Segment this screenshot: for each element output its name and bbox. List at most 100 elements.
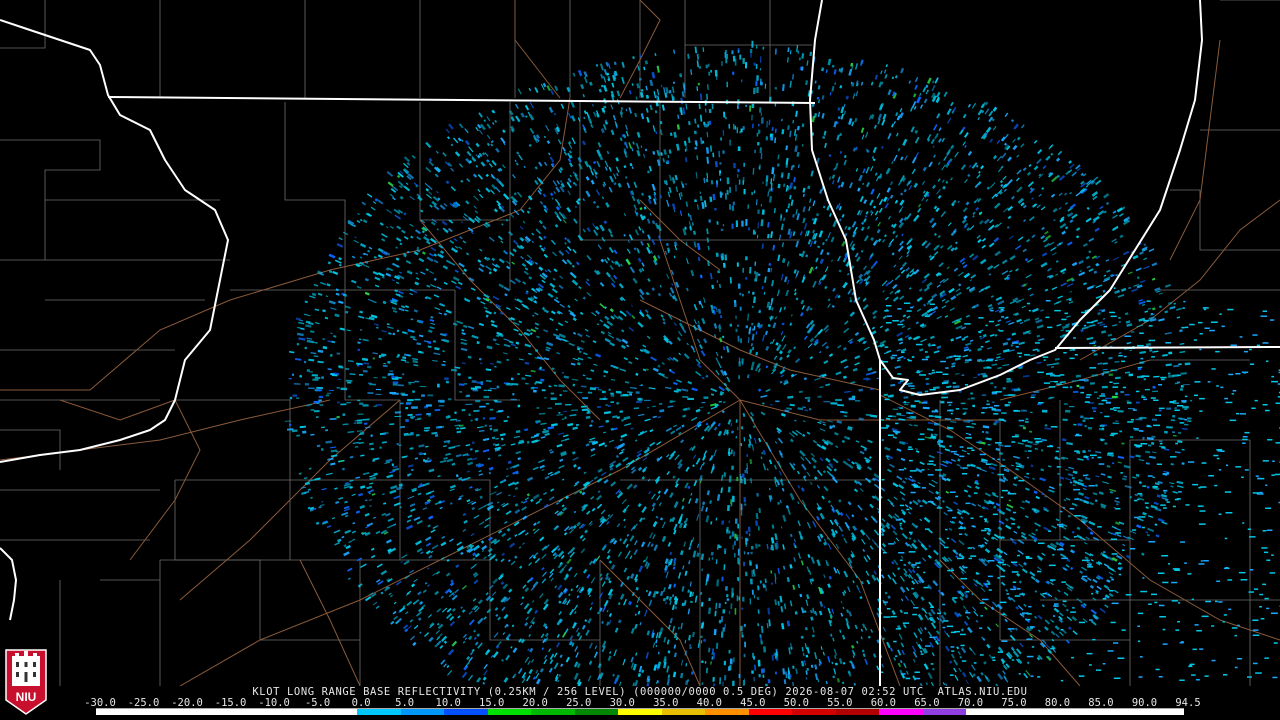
echo-pixel xyxy=(751,322,754,326)
echo-pixel xyxy=(743,623,746,627)
echo-pixel xyxy=(719,162,722,165)
echo-pixel xyxy=(721,520,725,525)
echo-pixel xyxy=(1048,397,1052,400)
echo-pixel xyxy=(1003,394,1009,396)
echo-pixel xyxy=(724,116,727,120)
echo-pixel xyxy=(730,603,733,610)
echo-pixel xyxy=(710,551,714,556)
echo-pixel xyxy=(438,405,445,407)
echo-pixel xyxy=(493,399,498,402)
echo-pixel xyxy=(512,392,515,396)
echo-pixel xyxy=(538,381,542,384)
echo-pixel xyxy=(738,179,741,185)
echo-pixel xyxy=(729,139,732,146)
echo-pixel xyxy=(703,638,707,642)
echo-pixel xyxy=(1022,426,1026,430)
echo-pixel xyxy=(434,434,439,438)
echo-pixel xyxy=(1119,430,1123,433)
echo-pixel xyxy=(340,403,347,406)
echo-pixel xyxy=(473,409,480,412)
echo-pixel xyxy=(735,328,738,333)
echo-pixel xyxy=(629,393,633,396)
echo-pixel xyxy=(1063,403,1068,405)
echo-pixel xyxy=(525,382,529,385)
echo-pixel xyxy=(421,394,425,397)
echo-pixel xyxy=(754,149,757,154)
echo-pixel xyxy=(986,400,989,402)
echo-pixel xyxy=(1040,449,1044,452)
echo-pixel xyxy=(728,610,731,615)
echo-pixel xyxy=(565,404,572,406)
echo-pixel xyxy=(1021,409,1027,412)
echo-pixel xyxy=(767,679,771,684)
echo-pixel xyxy=(506,382,511,385)
echo-pixel xyxy=(758,310,761,314)
echo-pixel xyxy=(774,671,777,675)
echo-pixel xyxy=(738,673,741,679)
echo-pixel xyxy=(454,411,457,414)
echo-pixel xyxy=(1144,388,1150,391)
echo-pixel xyxy=(1167,374,1175,378)
echo-pixel xyxy=(722,262,726,268)
echo-pixel xyxy=(1184,408,1188,410)
echo-pixel xyxy=(1101,385,1108,389)
echo-pixel xyxy=(1082,419,1086,423)
echo-pixel xyxy=(1178,417,1183,420)
echo-pixel xyxy=(715,642,719,649)
echo-pixel xyxy=(367,365,372,369)
echo-pixel xyxy=(553,384,558,387)
echo-pixel xyxy=(903,396,909,399)
echo-pixel xyxy=(731,465,735,470)
echo-pixel xyxy=(722,627,726,632)
echo-pixel xyxy=(367,392,374,394)
echo-pixel xyxy=(768,263,772,266)
echo-pixel xyxy=(312,378,319,381)
echo-pixel xyxy=(470,387,478,390)
echo-pixel xyxy=(1098,403,1104,405)
echo-pixel xyxy=(1024,420,1029,424)
echo-pixel xyxy=(309,370,313,373)
echo-pixel xyxy=(740,338,742,344)
echo-pixel xyxy=(1013,389,1021,392)
echo-pixel xyxy=(728,530,731,534)
echo-pixel xyxy=(710,69,712,73)
echo-pixel xyxy=(597,406,602,408)
echo-pixel xyxy=(302,430,307,434)
echo-pixel xyxy=(721,576,724,582)
echo-pixel xyxy=(742,267,745,273)
echo-pixel xyxy=(471,380,477,383)
echo-pixel xyxy=(475,399,481,403)
echo-pixel xyxy=(743,477,747,485)
echo-pixel xyxy=(734,533,737,539)
echo-pixel xyxy=(737,283,741,289)
echo-pixel xyxy=(474,418,478,421)
echo-pixel xyxy=(1120,390,1125,394)
echo-pixel xyxy=(340,387,348,391)
echo-pixel xyxy=(725,53,729,60)
echo-pixel xyxy=(1041,409,1048,413)
echo-pixel xyxy=(770,582,774,585)
echo-pixel xyxy=(735,315,737,320)
echo-pixel xyxy=(722,150,725,154)
echo-pixel xyxy=(296,397,300,399)
echo-pixel xyxy=(1174,407,1177,410)
echo-pixel xyxy=(762,181,764,184)
echo-pixel xyxy=(1152,385,1156,389)
echo-pixel xyxy=(745,530,749,535)
echo-pixel xyxy=(337,378,341,380)
echo-pixel xyxy=(837,404,844,407)
echo-pixel xyxy=(716,221,719,225)
echo-pixel xyxy=(756,75,759,81)
echo-pixel xyxy=(412,390,415,393)
echo-pixel xyxy=(1065,409,1071,413)
echo-pixel xyxy=(734,58,737,66)
echo-pixel xyxy=(749,266,752,274)
echo-pixel xyxy=(544,397,547,399)
echo-pixel xyxy=(288,378,292,380)
echo-pixel xyxy=(687,679,689,682)
echo-pixel xyxy=(830,402,838,405)
echo-pixel xyxy=(405,407,409,410)
echo-pixel xyxy=(1126,401,1132,404)
echo-pixel xyxy=(748,290,750,294)
echo-pixel xyxy=(1025,418,1029,421)
